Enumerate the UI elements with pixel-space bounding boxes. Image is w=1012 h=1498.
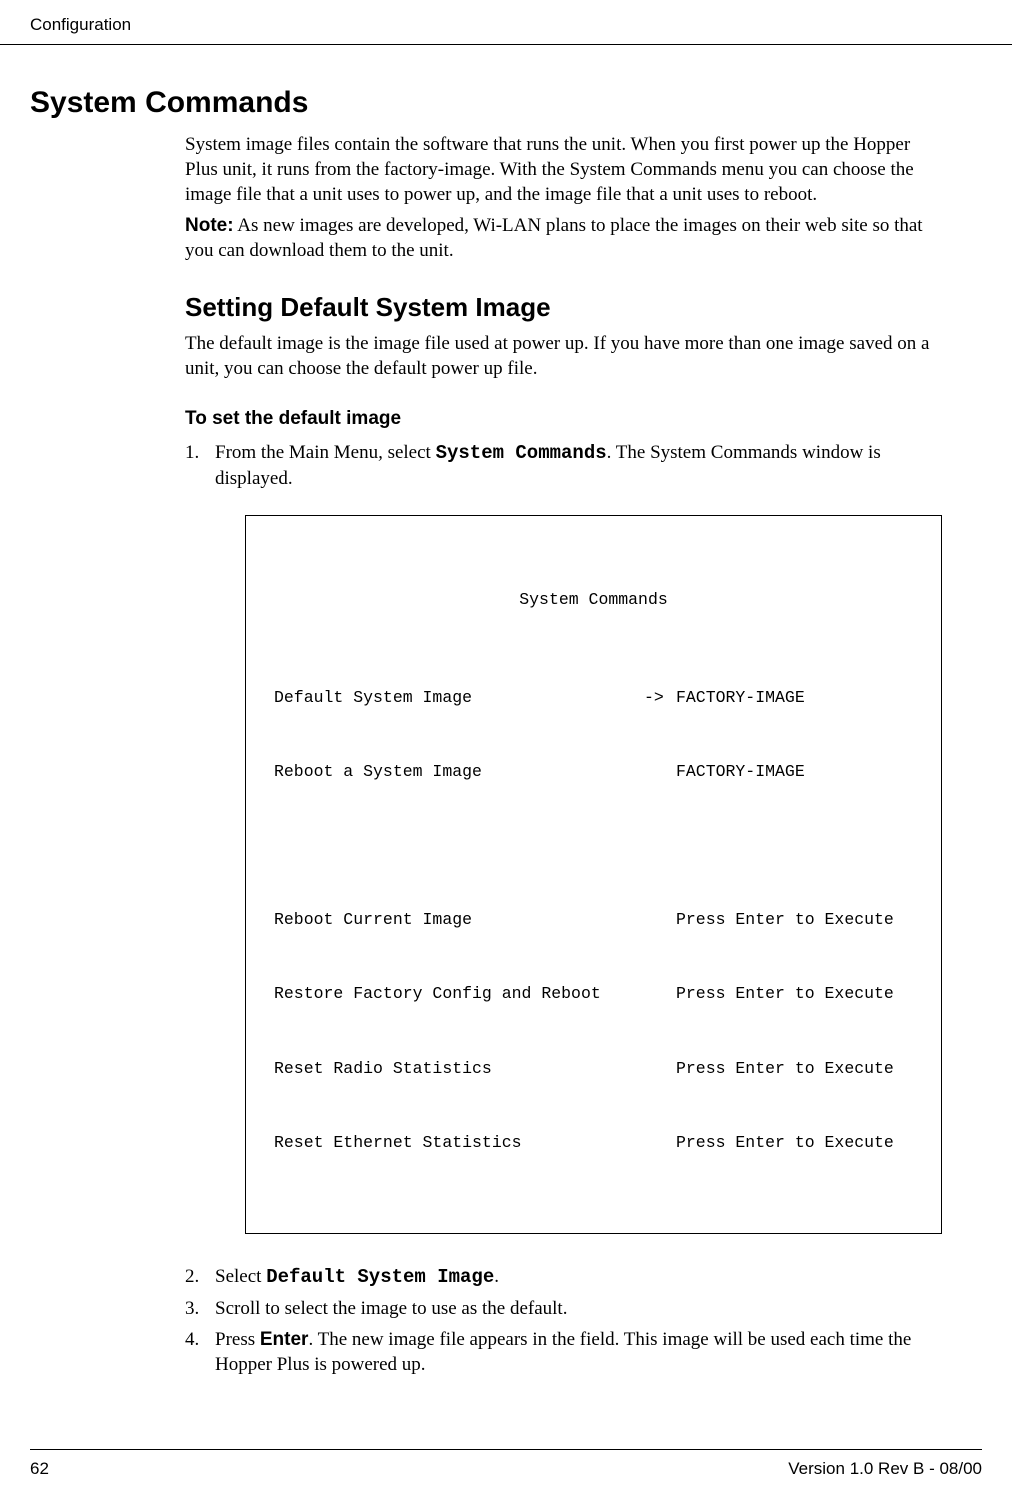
note-paragraph: Note: As new images are developed, Wi-LA… [185, 213, 942, 263]
note-label: Note: [185, 215, 234, 236]
step4-pre: Press [215, 1329, 260, 1350]
screen-value: FACTORY-IMAGE [676, 760, 913, 785]
step4-cmd: Enter [260, 1329, 309, 1350]
screen-label: Default System Image [274, 686, 644, 711]
step1-pre: From the Main Menu [215, 442, 378, 463]
step-2: Select Default System Image. [185, 1264, 942, 1290]
screen-spacer [274, 835, 913, 859]
screen-row: Reset Ethernet Statistics Press Enter to … [274, 1131, 913, 1156]
heading-system-commands: System Commands [30, 83, 942, 122]
screen-title: System Commands [274, 588, 913, 613]
steps-list: From the Main Menu, select System Comman… [185, 440, 942, 1377]
step2-cmd: Default System Image [266, 1266, 494, 1288]
screen-arrow [644, 908, 676, 933]
page-number: 62 [30, 1458, 49, 1480]
step-3: Scroll to select the image to use as the… [185, 1296, 942, 1321]
version-string: Version 1.0 Rev B - 08/00 [788, 1458, 982, 1480]
step1-cmd: System Commands [436, 442, 607, 464]
body-block: System image files contain the software … [185, 132, 942, 1377]
step1-mid: select [383, 442, 436, 463]
header-section-name: Configuration [30, 14, 131, 36]
screen-arrow [644, 1057, 676, 1082]
screen-value: Press Enter to Execute [676, 1057, 913, 1082]
page-header: Configuration [0, 0, 1012, 45]
sub-paragraph: The default image is the image file used… [185, 331, 942, 381]
screen-row: Restore Factory Config and Reboot Press E… [274, 982, 913, 1007]
screen-label: Reboot Current Image [274, 908, 644, 933]
screen-row: Reboot Current Image Press Enter to Execu… [274, 908, 913, 933]
screen-row: Reset Radio Statistics Press Enter to Exe… [274, 1057, 913, 1082]
heading-setting-default: Setting Default System Image [185, 291, 942, 325]
intro-paragraph: System image files contain the software … [185, 132, 942, 207]
screen-value: FACTORY-IMAGE [676, 686, 913, 711]
screen-row: Reboot a System Image FACTORY-IMAGE [274, 760, 913, 785]
step4-post: . The new image file appears in the fiel… [215, 1329, 911, 1375]
screen-arrow [644, 982, 676, 1007]
screen-label: Reboot a System Image [274, 760, 644, 785]
page-content: System Commands System image files conta… [0, 83, 1012, 1377]
step2-pre: Select [215, 1266, 266, 1287]
system-commands-screen: System Commands Default System Image->FA… [245, 515, 942, 1234]
page-footer: 62 Version 1.0 Rev B - 08/00 [30, 1449, 982, 1480]
heading-to-set: To set the default image [185, 407, 942, 432]
step-4: Press Enter. The new image file appears … [185, 1327, 942, 1377]
note-text: As new images are developed, Wi-LAN plan… [185, 215, 923, 261]
step2-post: . [494, 1266, 499, 1287]
screen-row: Default System Image->FACTORY-IMAGE [274, 686, 913, 711]
screen-label: Reset Radio Statistics [274, 1057, 644, 1082]
screen-arrow [644, 1131, 676, 1156]
screen-value: Press Enter to Execute [676, 1131, 913, 1156]
screen-label: Restore Factory Config and Reboot [274, 982, 644, 1007]
screen-arrow: -> [644, 686, 676, 711]
step-1: From the Main Menu, select System Comman… [185, 440, 942, 1234]
screen-label: Reset Ethernet Statistics [274, 1131, 644, 1156]
screen-arrow [644, 760, 676, 785]
screen-value: Press Enter to Execute [676, 982, 913, 1007]
screen-value: Press Enter to Execute [676, 908, 913, 933]
